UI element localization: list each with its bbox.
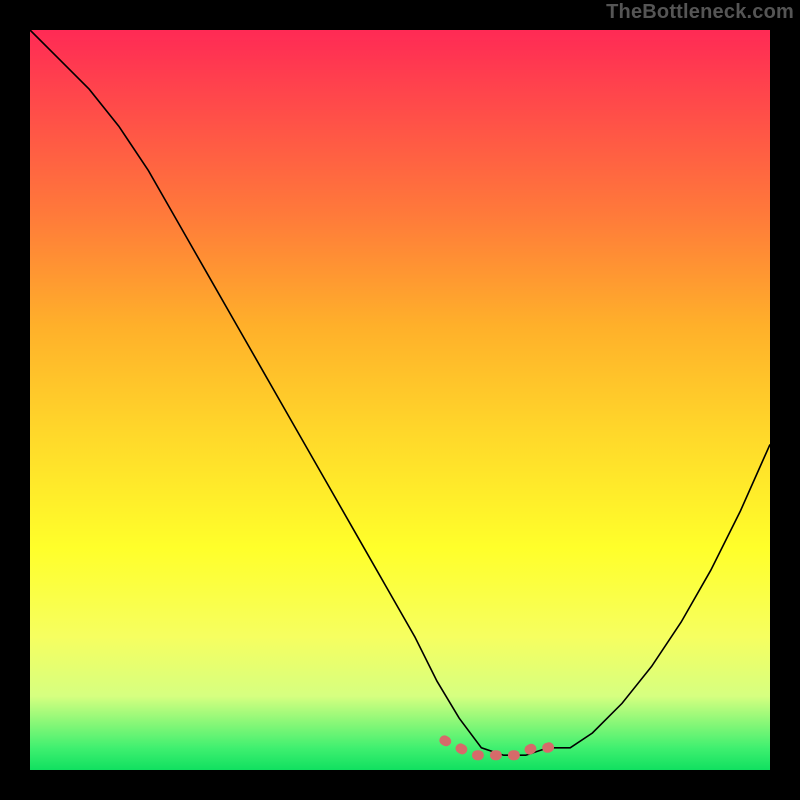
bottleneck-curve-line [30,30,770,755]
plot-area [30,30,770,770]
watermark-text: TheBottleneck.com [606,1,794,24]
chart-frame: TheBottleneck.com [0,0,800,800]
sweet-spot-marker-line [444,740,562,755]
curve-svg [30,30,770,770]
